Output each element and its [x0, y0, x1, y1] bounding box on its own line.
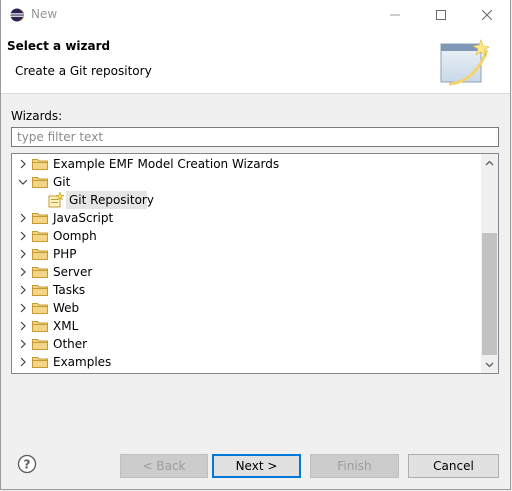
tree-item-label: Examples	[53, 355, 112, 369]
help-icon[interactable]: ?	[17, 454, 37, 474]
page-title: Select a wizard	[7, 39, 111, 53]
maximize-icon	[436, 10, 446, 20]
folder-icon	[32, 285, 48, 296]
svg-text:?: ?	[24, 458, 31, 472]
wizard-header: Select a wizard Create a Git repository	[1, 30, 510, 94]
filter-input[interactable]	[11, 127, 499, 147]
tree-item-xml[interactable]: XML	[12, 317, 482, 335]
git-repository-icon	[48, 192, 64, 208]
back-button[interactable]: < Back	[120, 454, 208, 478]
eclipse-icon	[10, 8, 24, 22]
tree-item-label: Other	[53, 337, 88, 351]
chevron-right-icon[interactable]	[18, 231, 28, 241]
tree-item-label: Tasks	[53, 283, 86, 297]
chevron-right-icon[interactable]	[18, 357, 28, 367]
tree-item-other[interactable]: Other	[12, 335, 482, 353]
tree-item-web[interactable]: Web	[12, 299, 482, 317]
chevron-right-icon[interactable]	[18, 303, 28, 313]
tree-item-label: Git Repository	[69, 193, 154, 207]
folder-icon	[32, 249, 48, 260]
chevron-right-icon[interactable]	[18, 267, 28, 277]
title-bar[interactable]: New	[1, 0, 510, 30]
folder-icon	[32, 357, 48, 368]
scroll-thumb[interactable]	[482, 233, 497, 355]
window-title: New	[31, 7, 58, 21]
tree-item-label: Server	[53, 265, 93, 279]
close-button[interactable]	[464, 0, 510, 30]
page-description: Create a Git repository	[15, 64, 152, 78]
chevron-right-icon[interactable]	[18, 339, 28, 349]
tree-item-label: XML	[53, 319, 79, 333]
chevron-right-icon[interactable]	[18, 213, 28, 223]
finish-button[interactable]: Finish	[310, 454, 399, 478]
scroll-up-button[interactable]	[481, 154, 498, 171]
scroll-down-button[interactable]	[481, 356, 498, 373]
tree-item-label: JavaScript	[53, 211, 114, 225]
wizard-tree[interactable]: Example EMF Model Creation Wizards Git G…	[11, 153, 499, 374]
tree-item-git[interactable]: Git	[12, 173, 482, 191]
chevron-right-icon[interactable]	[18, 159, 28, 169]
tree-item-php[interactable]: PHP	[12, 245, 482, 263]
chevron-right-icon[interactable]	[18, 285, 28, 295]
chevron-right-icon[interactable]	[18, 249, 28, 259]
next-button[interactable]: Next >	[212, 454, 301, 478]
tree-item-label: Example EMF Model Creation Wizards	[53, 157, 280, 171]
tree-item-server[interactable]: Server	[12, 263, 482, 281]
tree-item-label: PHP	[53, 247, 77, 261]
new-wizard-dialog: New Select a wizard Create a Git reposit…	[0, 0, 511, 490]
folder-icon	[32, 231, 48, 242]
tree-item-examples[interactable]: Examples	[12, 353, 482, 371]
minimize-icon	[390, 14, 400, 16]
folder-icon	[32, 267, 48, 278]
folder-icon	[32, 213, 48, 224]
tree-item-oomph[interactable]: Oomph	[12, 227, 482, 245]
chevron-down-icon[interactable]	[18, 177, 28, 187]
tree-item-javascript[interactable]: JavaScript	[12, 209, 482, 227]
maximize-button[interactable]	[418, 0, 464, 30]
tree-item-label: Web	[53, 301, 80, 315]
tree-item-git-repository[interactable]: Git Repository	[12, 191, 482, 209]
tree-item-tasks[interactable]: Tasks	[12, 281, 482, 299]
chevron-down-icon	[485, 362, 494, 367]
cancel-button[interactable]: Cancel	[408, 454, 499, 478]
tree-item-label: Oomph	[53, 229, 97, 243]
chevron-right-icon[interactable]	[18, 321, 28, 331]
close-icon	[482, 10, 492, 20]
tree-item-example-emf[interactable]: Example EMF Model Creation Wizards	[12, 155, 482, 173]
folder-icon	[32, 339, 48, 350]
folder-icon	[32, 303, 48, 314]
minimize-button[interactable]	[372, 0, 418, 30]
folder-icon	[32, 177, 48, 188]
wizards-label: Wizards:	[11, 109, 63, 123]
folder-icon	[32, 159, 48, 170]
tree-item-label: Git	[53, 175, 71, 189]
new-wizard-banner-icon	[440, 39, 490, 86]
folder-icon	[32, 321, 48, 332]
vertical-scrollbar[interactable]	[481, 154, 498, 373]
chevron-up-icon	[485, 160, 494, 165]
